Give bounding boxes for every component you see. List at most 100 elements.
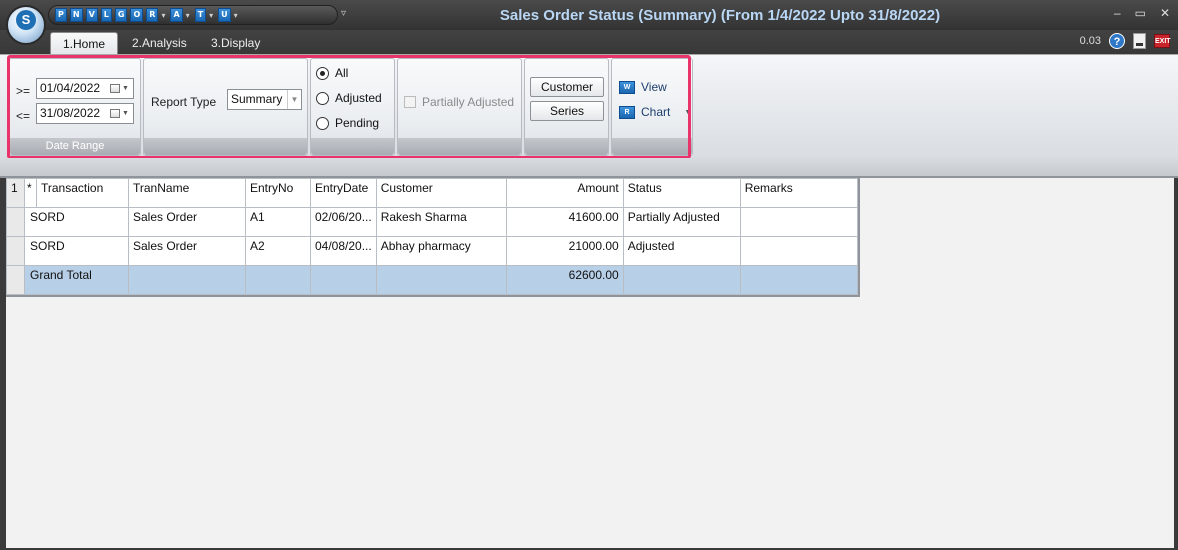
- partially-adjusted-label: Partially Adjusted: [422, 95, 515, 109]
- calendar-icon: [110, 84, 120, 93]
- row-selector[interactable]: [6, 236, 25, 266]
- chevron-down-icon[interactable]: ▾: [186, 11, 190, 20]
- customer-button[interactable]: Customer: [530, 77, 604, 97]
- row-selector[interactable]: [6, 207, 25, 237]
- radio-adjusted[interactable]: Adjusted: [316, 91, 382, 105]
- ribbon-separator: [0, 158, 1178, 178]
- cell-empty: [739, 265, 858, 295]
- tab-display[interactable]: 3.Display: [199, 32, 272, 54]
- cell-remarks[interactable]: [739, 207, 858, 237]
- to-date-input[interactable]: 31/08/2022 ▼: [36, 103, 134, 124]
- qat-r-icon[interactable]: R: [146, 8, 159, 22]
- qat-n-icon[interactable]: N: [69, 8, 83, 22]
- qat-t-icon[interactable]: T: [194, 8, 207, 22]
- qat-a-icon[interactable]: A: [170, 8, 183, 22]
- column-header-entryno[interactable]: EntryNo: [245, 178, 311, 208]
- column-header-amount[interactable]: Amount: [505, 178, 624, 208]
- chevron-down-icon: ▼: [122, 110, 129, 117]
- exit-icon[interactable]: EXIT: [1154, 34, 1171, 48]
- group-date-range: >= 01/04/2022 ▼ <= 31/08/2022 ▼ Date Ran…: [9, 58, 141, 156]
- cell-amount[interactable]: 41600.00: [505, 207, 624, 237]
- series-button[interactable]: Series: [530, 101, 604, 121]
- cell-entryno[interactable]: A2: [245, 236, 311, 266]
- ribbon-right-tools: 0.03 ? EXIT: [1079, 33, 1171, 49]
- chart-button[interactable]: R Chart ▼: [619, 105, 691, 119]
- group-report-type: Report Type Summary ▼: [143, 58, 308, 156]
- qat-g-icon[interactable]: G: [114, 8, 128, 22]
- from-date-input[interactable]: 01/04/2022 ▼: [36, 78, 134, 99]
- column-header-transaction[interactable]: Transaction: [36, 178, 129, 208]
- cell-remarks[interactable]: [739, 236, 858, 266]
- cell-customer[interactable]: Rakesh Sharma: [375, 207, 507, 237]
- cell-status[interactable]: Partially Adjusted: [622, 207, 741, 237]
- view-button[interactable]: W View: [619, 80, 667, 94]
- logo-icon: S: [16, 10, 36, 30]
- tab-analysis[interactable]: 2.Analysis: [120, 32, 199, 54]
- partially-adjusted-checkbox[interactable]: Partially Adjusted: [404, 95, 514, 109]
- maximize-icon[interactable]: ▭: [1135, 6, 1146, 20]
- cell-tranname[interactable]: Sales Order: [128, 207, 246, 237]
- data-grid: 1 * Transaction TranName EntryNo EntryDa…: [6, 178, 860, 297]
- customize-qat-icon[interactable]: ▿: [341, 8, 346, 19]
- to-operator-label: <=: [16, 109, 31, 123]
- column-header-tranname[interactable]: TranName: [128, 178, 246, 208]
- from-date-value: 01/04/2022: [40, 81, 101, 95]
- close-icon[interactable]: ✕: [1160, 6, 1170, 20]
- radio-pending[interactable]: Pending: [316, 116, 379, 130]
- radio-pending-label: Pending: [335, 116, 380, 130]
- radio-all-label: All: [335, 66, 349, 80]
- cell-entrydate[interactable]: 04/08/20...: [310, 236, 377, 266]
- qat-v-icon[interactable]: V: [85, 8, 98, 22]
- tab-home[interactable]: 1.Home: [50, 32, 119, 54]
- group-customer-series: Customer Series: [524, 58, 609, 156]
- qat-o-icon[interactable]: O: [130, 8, 144, 22]
- view-label: View: [641, 80, 667, 94]
- cell-amount[interactable]: 21000.00: [505, 236, 624, 266]
- qat-p-icon[interactable]: P: [55, 8, 67, 22]
- chevron-down-icon[interactable]: ▼: [684, 109, 691, 116]
- cell-tranname[interactable]: Sales Order: [128, 236, 246, 266]
- cell-customer[interactable]: Abhay pharmacy: [375, 236, 507, 266]
- minimize-icon[interactable]: –: [1114, 6, 1121, 20]
- calendar-dropdown[interactable]: ▼: [110, 106, 130, 121]
- column-header-status[interactable]: Status: [622, 178, 741, 208]
- radio-pending-dot: [316, 116, 329, 130]
- column-header-entrydate[interactable]: EntryDate: [310, 178, 377, 208]
- radio-all[interactable]: All: [316, 66, 348, 80]
- chevron-down-icon[interactable]: ▾: [209, 11, 213, 20]
- column-header-customer[interactable]: Customer: [375, 178, 507, 208]
- group-status-filter: All Adjusted Pending: [310, 58, 395, 156]
- cell-transaction[interactable]: SORD: [24, 207, 129, 237]
- row-selector[interactable]: [6, 265, 25, 295]
- grand-total-row[interactable]: Grand Total 62600.00: [6, 265, 858, 295]
- zoom-value: 0.03: [1079, 35, 1101, 47]
- app-logo-button[interactable]: S: [6, 5, 46, 45]
- title-bar: P N V L G O R ▾ A ▾ T ▾ U ▾ ▿ Sales Orde…: [0, 0, 1178, 30]
- row-number-header[interactable]: 1: [6, 178, 25, 208]
- ribbon: >= 01/04/2022 ▼ <= 31/08/2022 ▼ Date Ran…: [0, 54, 1178, 158]
- cell-entrydate[interactable]: 02/06/20...: [310, 207, 377, 237]
- cell-transaction[interactable]: SORD: [24, 236, 129, 266]
- from-operator-label: >=: [16, 84, 31, 98]
- qat-u-icon[interactable]: U: [218, 8, 231, 22]
- grand-total-amount: 62600.00: [505, 265, 624, 295]
- chevron-down-icon[interactable]: ▾: [161, 11, 165, 20]
- window-title: Sales Order Status (Summary) (From 1/4/2…: [499, 7, 941, 24]
- new-row-header[interactable]: *: [24, 178, 37, 208]
- chart-label: Chart: [641, 105, 671, 119]
- table-row[interactable]: SORD Sales Order A1 02/06/20... Rakesh S…: [6, 207, 858, 237]
- cell-entryno[interactable]: A1: [245, 207, 311, 237]
- chevron-down-icon[interactable]: ▼: [287, 90, 301, 109]
- report-type-select[interactable]: Summary ▼: [227, 89, 302, 110]
- qat-l-icon[interactable]: L: [100, 8, 112, 22]
- help-icon[interactable]: ?: [1109, 33, 1125, 49]
- group-caption-status-filter: [311, 138, 394, 155]
- table-row[interactable]: SORD Sales Order A2 04/08/20... Abhay ph…: [6, 236, 858, 266]
- document-icon[interactable]: [1133, 33, 1146, 49]
- chevron-down-icon[interactable]: ▾: [234, 11, 238, 20]
- cell-status[interactable]: Adjusted: [622, 236, 741, 266]
- calendar-dropdown[interactable]: ▼: [110, 81, 130, 96]
- calendar-icon: [110, 109, 120, 118]
- group-caption-date-range: Date Range: [10, 138, 140, 155]
- column-header-remarks[interactable]: Remarks: [739, 178, 858, 208]
